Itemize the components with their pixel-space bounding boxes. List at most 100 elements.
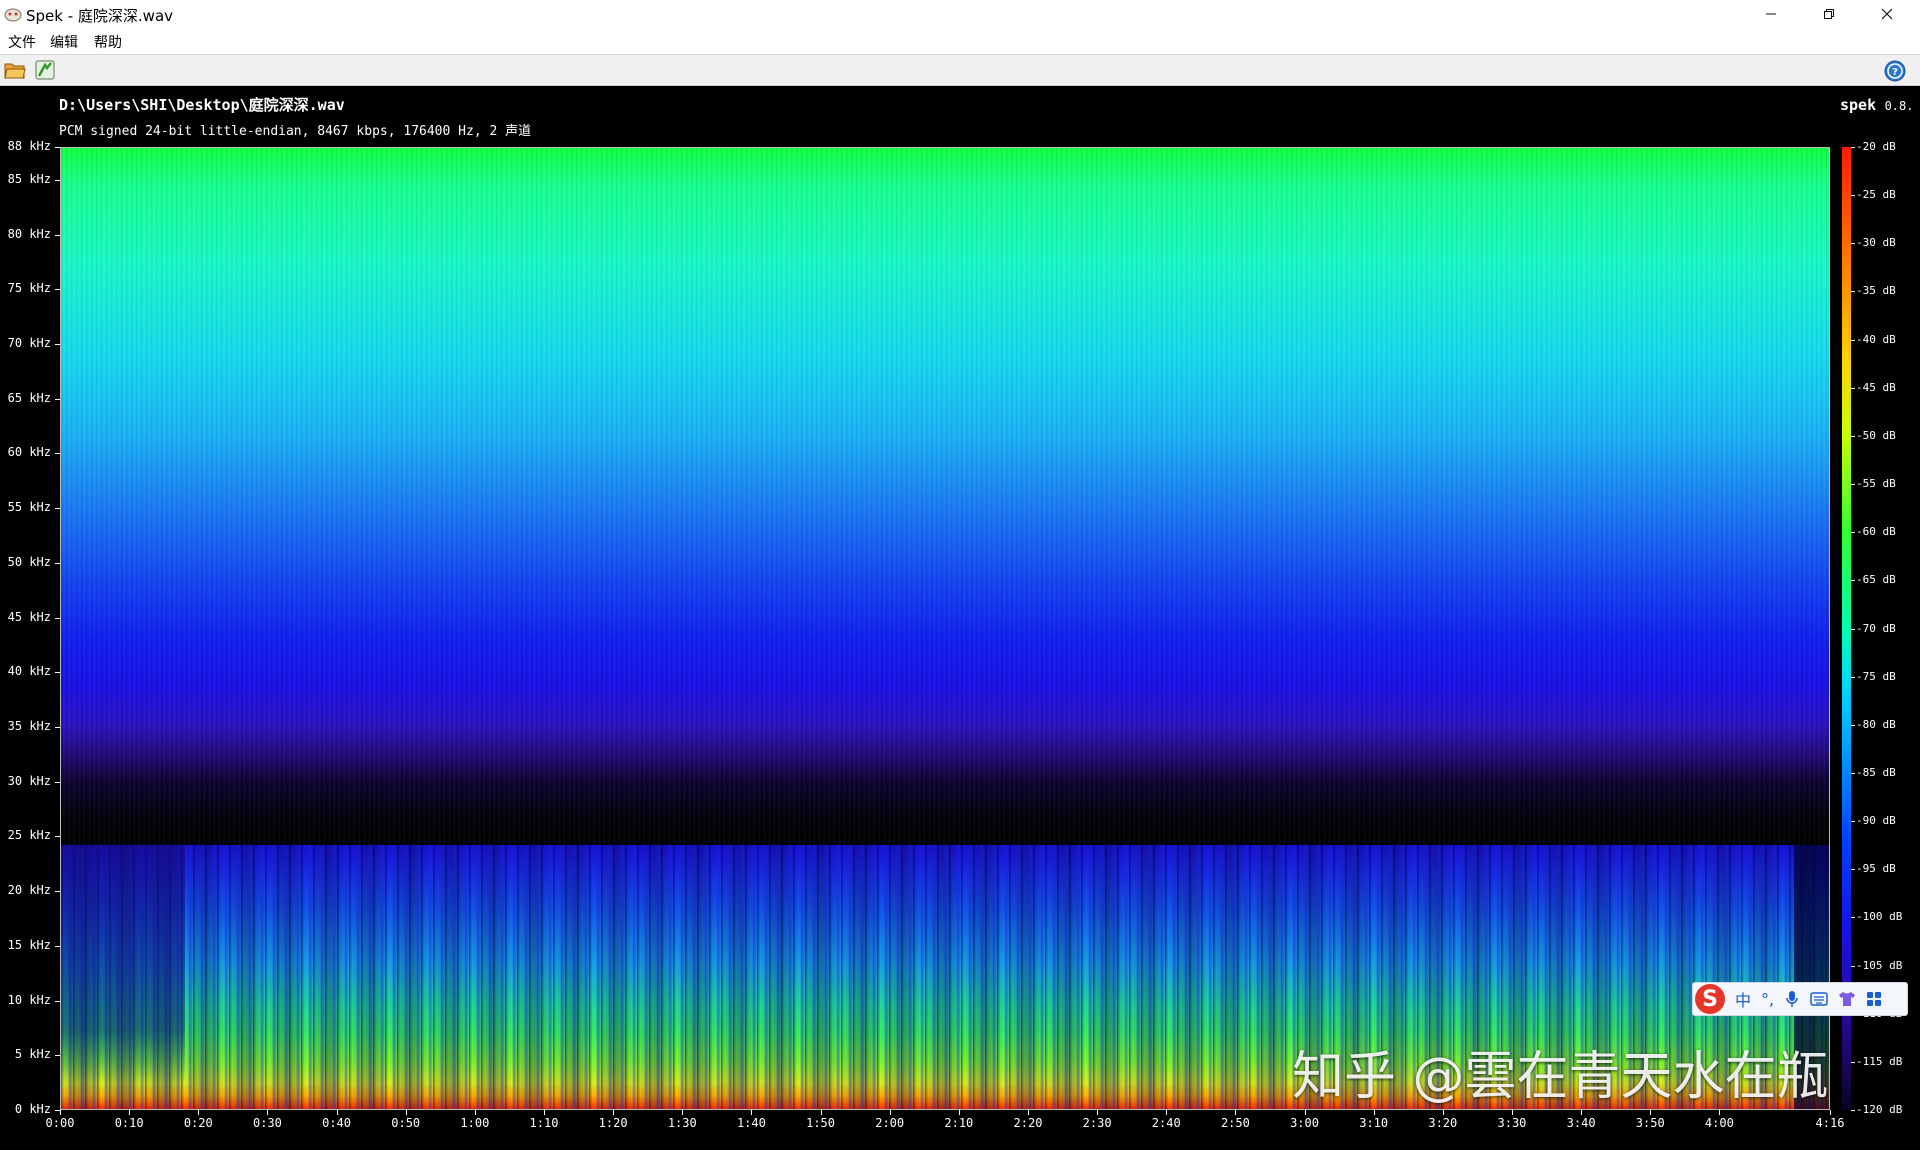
help-icon[interactable]: ? <box>1884 60 1906 82</box>
time-tick <box>1097 1110 1099 1115</box>
freq-tick-label: 65 kHz <box>7 390 51 405</box>
db-tick-label: -20 dB <box>1856 140 1896 153</box>
db-tick <box>1851 435 1855 437</box>
time-tick <box>198 1110 200 1115</box>
freq-tick <box>55 617 60 619</box>
freq-tick <box>55 836 60 838</box>
time-tick-label: 4:16 <box>1815 1116 1845 1130</box>
freq-tick <box>55 781 60 783</box>
db-tick <box>1851 484 1855 486</box>
time-tick-label: 2:50 <box>1220 1116 1250 1130</box>
freq-tick-label: 80 kHz <box>7 226 51 241</box>
freq-tick-label: 15 kHz <box>7 937 51 952</box>
time-tick <box>474 1110 476 1115</box>
menu-edit[interactable]: 编辑 <box>50 32 78 52</box>
freq-tick-label: 85 kHz <box>7 171 51 186</box>
freq-tick <box>55 726 60 728</box>
db-tick <box>1851 917 1855 919</box>
freq-tick <box>55 343 60 345</box>
db-tick-label: -90 dB <box>1856 814 1896 828</box>
freq-tick <box>55 234 60 236</box>
keyboard-icon[interactable] <box>1810 992 1828 1006</box>
db-tick <box>1851 532 1855 534</box>
minimize-button[interactable] <box>1742 0 1800 28</box>
toolbar: ? <box>0 54 1920 86</box>
menu-file[interactable]: 文件 <box>8 32 36 52</box>
db-colorbar <box>1842 147 1851 1110</box>
freq-tick-label: 55 kHz <box>7 500 51 515</box>
freq-tick <box>55 945 60 947</box>
db-tick <box>1851 580 1855 582</box>
time-tick-label: 1:50 <box>806 1116 835 1130</box>
ime-mode-chinese[interactable]: 中 <box>1735 987 1751 1011</box>
time-tick-label: 0:20 <box>183 1116 213 1130</box>
db-tick-label: -105 dB <box>1856 958 1903 972</box>
db-tick <box>1851 965 1855 967</box>
time-tick <box>1166 1110 1168 1115</box>
maximize-button[interactable] <box>1800 0 1858 28</box>
freq-tick <box>55 179 60 181</box>
time-tick-label: 4:00 <box>1704 1116 1734 1130</box>
time-tick <box>1373 1110 1375 1115</box>
spectrogram-view: D:\Users\SHI\Desktop\庭院深深.wav PCM signed… <box>0 86 1920 1150</box>
time-tick-label: 2:30 <box>1082 1116 1112 1130</box>
ime-toolbar[interactable]: S 中 °, <box>1692 982 1908 1016</box>
spek-app-icon <box>4 8 22 22</box>
brand: spek 0.8. <box>1840 96 1913 114</box>
menu-help[interactable]: 帮助 <box>94 32 122 52</box>
minimize-icon <box>1766 13 1776 15</box>
db-tick <box>1851 291 1855 293</box>
time-tick <box>336 1110 338 1115</box>
db-tick-label: -35 dB <box>1856 284 1896 298</box>
time-tick-label: 0:40 <box>322 1116 352 1130</box>
preferences-icon[interactable] <box>34 59 56 81</box>
time-tick <box>1304 1110 1306 1115</box>
time-tick <box>1442 1110 1444 1115</box>
freq-tick <box>55 289 60 291</box>
time-tick <box>1581 1110 1583 1115</box>
db-tick-label: -60 dB <box>1856 525 1896 539</box>
close-icon <box>1881 8 1893 20</box>
spectrogram-plot <box>60 147 1830 1110</box>
freq-tick-label: 20 kHz <box>7 883 51 898</box>
time-tick-label: 3:20 <box>1428 1116 1458 1130</box>
db-tick <box>1851 628 1855 630</box>
time-tick-label: 1:40 <box>736 1116 766 1130</box>
time-tick-label: 3:50 <box>1635 1116 1665 1130</box>
db-tick-label: -95 dB <box>1856 862 1896 876</box>
time-tick <box>60 1110 61 1115</box>
time-tick-label: 2:00 <box>875 1116 905 1130</box>
brand-version: 0.8. <box>1884 99 1914 113</box>
time-tick <box>129 1110 131 1115</box>
time-tick-label: 0:10 <box>114 1116 144 1130</box>
freq-tick <box>55 672 60 674</box>
intro-region <box>61 844 185 1109</box>
watermark: 知乎 @雲在青天水在瓶 <box>1292 1047 1829 1107</box>
microphone-icon[interactable] <box>1784 990 1800 1008</box>
time-tick-label: 2:10 <box>944 1116 974 1130</box>
freq-tick-label: 30 kHz <box>7 773 51 788</box>
freq-tick-label: 60 kHz <box>7 445 51 460</box>
time-tick-label: 0:00 <box>45 1116 75 1130</box>
db-tick <box>1851 1061 1855 1063</box>
db-tick-label: -25 dB <box>1856 188 1896 202</box>
db-tick <box>1851 676 1855 678</box>
freq-tick-label: 70 kHz <box>7 335 51 350</box>
folder-open-icon[interactable] <box>4 60 26 80</box>
toolbox-icon[interactable] <box>1866 991 1882 1007</box>
time-tick <box>267 1110 269 1115</box>
freq-tick <box>55 891 60 893</box>
freq-tick-label: 10 kHz <box>7 992 51 1007</box>
time-tick <box>889 1110 891 1115</box>
ime-logo[interactable]: S <box>1695 984 1725 1014</box>
time-tick <box>613 1110 615 1115</box>
close-button[interactable] <box>1858 0 1916 28</box>
ime-punctuation[interactable]: °, <box>1761 990 1774 1009</box>
skin-icon[interactable] <box>1838 991 1856 1007</box>
db-tick <box>1851 869 1855 871</box>
db-tick-label: -70 dB <box>1856 621 1896 635</box>
db-tick-label: -100 dB <box>1856 910 1903 924</box>
db-tick <box>1851 387 1855 389</box>
time-tick-label: 1:30 <box>667 1116 697 1130</box>
time-tick <box>1719 1110 1721 1115</box>
